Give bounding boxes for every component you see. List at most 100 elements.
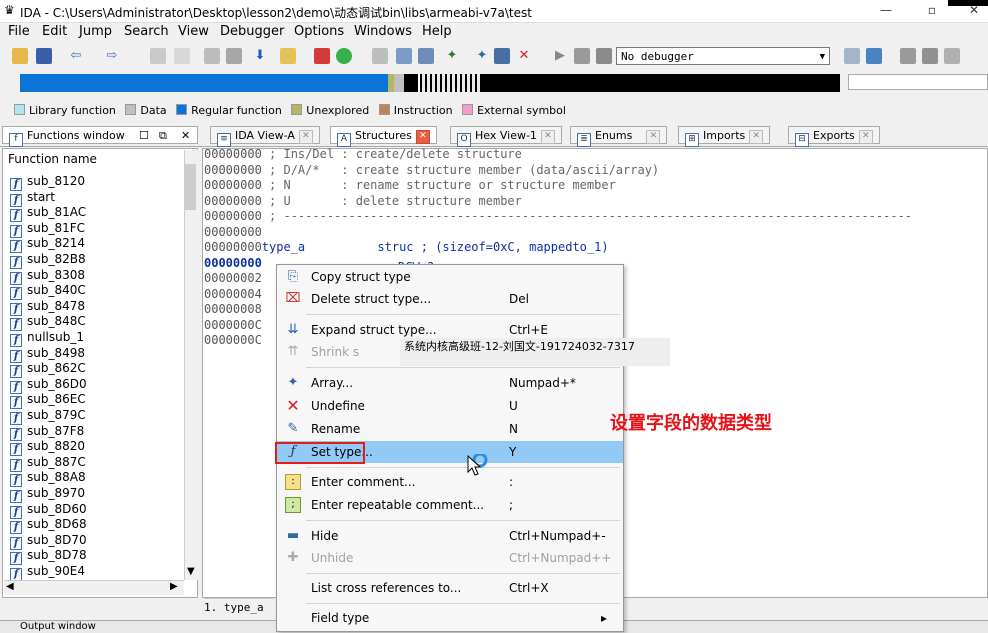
menu-undefine[interactable]: ✕ Undefine U (277, 395, 623, 417)
float-icon[interactable]: ⧉ (159, 127, 167, 145)
function-list-item[interactable]: f sub_90E4 (10, 564, 85, 581)
function-list-item[interactable]: f sub_87F8 (10, 424, 84, 441)
menu-copy-struct-type[interactable]: ⎘ Copy struct type (277, 266, 623, 288)
menu-enter-comment[interactable]: : Enter comment... : (277, 471, 623, 493)
menu-edit[interactable]: Edit (42, 24, 67, 39)
function-list-item[interactable]: f start (10, 190, 55, 207)
text-search-icon[interactable] (314, 48, 330, 64)
function-list-item[interactable]: f sub_81AC (10, 205, 86, 223)
run-icon[interactable] (336, 48, 352, 64)
scroll-left-icon[interactable]: ◀ (6, 581, 14, 592)
menu-file[interactable]: File (8, 24, 30, 39)
close-icon[interactable]: ✕ (749, 130, 764, 144)
data-icon[interactable] (396, 48, 412, 64)
tab-functions-window[interactable]: f Functions window ☐ ⧉ ✕ (2, 126, 198, 147)
menu-options[interactable]: Options (294, 24, 344, 39)
navigation-band[interactable] (20, 74, 840, 92)
structure-line[interactable]: 00000000 ; Ins/Del : create/delete struc… (204, 147, 522, 162)
close-icon[interactable]: ✕ (298, 130, 313, 144)
bookmark-icon[interactable] (900, 48, 916, 64)
function-list-item[interactable]: f nullsub_1 (10, 330, 84, 347)
struct-var-icon[interactable]: ✦ (474, 48, 490, 64)
function-list-item[interactable]: f sub_86D0 (10, 377, 87, 394)
save-icon[interactable] (36, 48, 52, 64)
tab-imports[interactable]: ⊞ Imports ✕ (678, 126, 771, 147)
function-name-header[interactable]: Function name (8, 152, 97, 166)
close-icon[interactable]: ✕ (181, 127, 190, 145)
menu-hide[interactable]: ▬ Hide Ctrl+Numpad+- (277, 525, 623, 547)
structure-line[interactable]: 00000008 (204, 302, 262, 317)
stop-icon[interactable] (596, 48, 612, 64)
function-list-item[interactable]: f sub_879C (10, 408, 86, 425)
menu-help[interactable]: Help (422, 24, 452, 39)
xref-icon[interactable] (944, 48, 960, 64)
array-icon[interactable]: ✦ (444, 48, 460, 64)
scrollbar-thumb[interactable] (185, 164, 196, 210)
segment-selector[interactable] (848, 74, 988, 90)
menu-delete-struct-type[interactable]: ⌧ Delete struct type... Del (277, 288, 623, 310)
structure-line[interactable]: 00000000 (204, 225, 262, 240)
function-list-item[interactable]: f sub_8820 (10, 439, 85, 457)
function-list-item[interactable]: f sub_8308 (10, 268, 85, 285)
function-list-item[interactable]: f sub_840C (10, 283, 86, 301)
menu-rename[interactable]: ✎ Rename N (277, 418, 623, 440)
back-icon[interactable]: ⇦ (68, 48, 84, 64)
close-icon[interactable]: ✕ (415, 130, 430, 144)
copy-icon[interactable] (150, 48, 166, 64)
menu-field-type[interactable]: Field type ▸ (277, 607, 623, 629)
structure-line[interactable]: 00000000 ; U : delete structure member (204, 194, 522, 209)
functions-scrollbar[interactable] (184, 150, 198, 580)
structure-line[interactable]: 00000000 ; N : rename structure or struc… (204, 178, 616, 193)
structure-line[interactable]: 00000002 (204, 271, 262, 286)
close-icon[interactable]: ✕ (858, 130, 873, 144)
graph-icon[interactable] (866, 48, 882, 64)
structure-line[interactable]: 0000000C (204, 333, 262, 348)
menu-search[interactable]: Search (124, 24, 169, 39)
menu-view[interactable]: View (178, 24, 209, 39)
function-list-item[interactable]: f sub_8D78 (10, 548, 87, 566)
menu-unhide[interactable]: ✚ Unhide Ctrl+Numpad++ (277, 547, 623, 569)
structure-line[interactable]: 0000000C (204, 318, 262, 333)
function-list-item[interactable]: f sub_82B8 (10, 252, 86, 269)
function-list-item[interactable]: f sub_862C (10, 361, 86, 379)
ascii-icon[interactable] (418, 48, 434, 64)
scroll-down-icon[interactable]: ▼ (187, 566, 195, 577)
undefine-icon[interactable]: ✕ (516, 48, 532, 64)
structure-line[interactable]: 00000000type_a struc ; (sizeof=0xC, mapp… (204, 240, 609, 255)
debugger-select[interactable]: No debugger ▼ (616, 47, 830, 65)
hex-icon[interactable] (922, 48, 938, 64)
structure-line[interactable]: 00000004 (204, 287, 262, 302)
paste-icon[interactable] (174, 48, 190, 64)
minimize-button[interactable]: — (876, 2, 896, 18)
menu-array[interactable]: ✦ Array... Numpad+* (277, 372, 623, 394)
functions-hscrollbar[interactable]: ◀ ▶ (4, 580, 184, 595)
rename-icon[interactable] (494, 48, 510, 64)
function-list-item[interactable]: f sub_8120 (10, 174, 85, 191)
jump-address-icon[interactable] (280, 48, 296, 64)
function-list-item[interactable]: f sub_81FC (10, 221, 85, 238)
function-list-item[interactable]: f sub_8478 (10, 299, 85, 316)
open-icon[interactable] (12, 48, 28, 64)
close-icon[interactable]: ✕ (646, 130, 661, 144)
function-list-item[interactable]: f sub_887C (10, 455, 86, 472)
function-list-item[interactable]: f sub_8D68 (10, 517, 87, 535)
menu-enter-repeatable-comment[interactable]: ; Enter repeatable comment... ; (277, 494, 623, 516)
function-list-item[interactable]: f sub_88A8 (10, 470, 86, 488)
output-window-label[interactable]: Output window (20, 621, 96, 632)
function-list-item[interactable]: f sub_8214 (10, 236, 85, 254)
struct-list-line[interactable]: 1. type_a (204, 598, 274, 617)
tab-structures[interactable]: A Structures ✕ (330, 126, 437, 147)
structure-line[interactable]: 00000000 ; D/A/* : create structure memb… (204, 163, 659, 178)
start-debug-icon[interactable]: ▶ (552, 48, 568, 64)
tab-enums[interactable]: ≣ Enums ✕ (570, 126, 668, 147)
tab-ida-view[interactable]: ≡ IDA View-A ✕ (210, 126, 320, 147)
function-list-item[interactable]: f sub_86EC (10, 392, 86, 410)
jump-down-icon[interactable]: ⬇ (252, 48, 268, 64)
next-code-icon[interactable] (226, 48, 242, 64)
code-icon[interactable] (372, 48, 388, 64)
structure-line[interactable]: 00000000 ; -----------------------------… (204, 209, 912, 224)
pause-icon[interactable] (574, 48, 590, 64)
restore-icon[interactable]: ☐ (139, 127, 149, 145)
function-list-item[interactable]: f sub_8498 (10, 346, 85, 363)
function-list-item[interactable]: f sub_8D70 (10, 533, 87, 550)
